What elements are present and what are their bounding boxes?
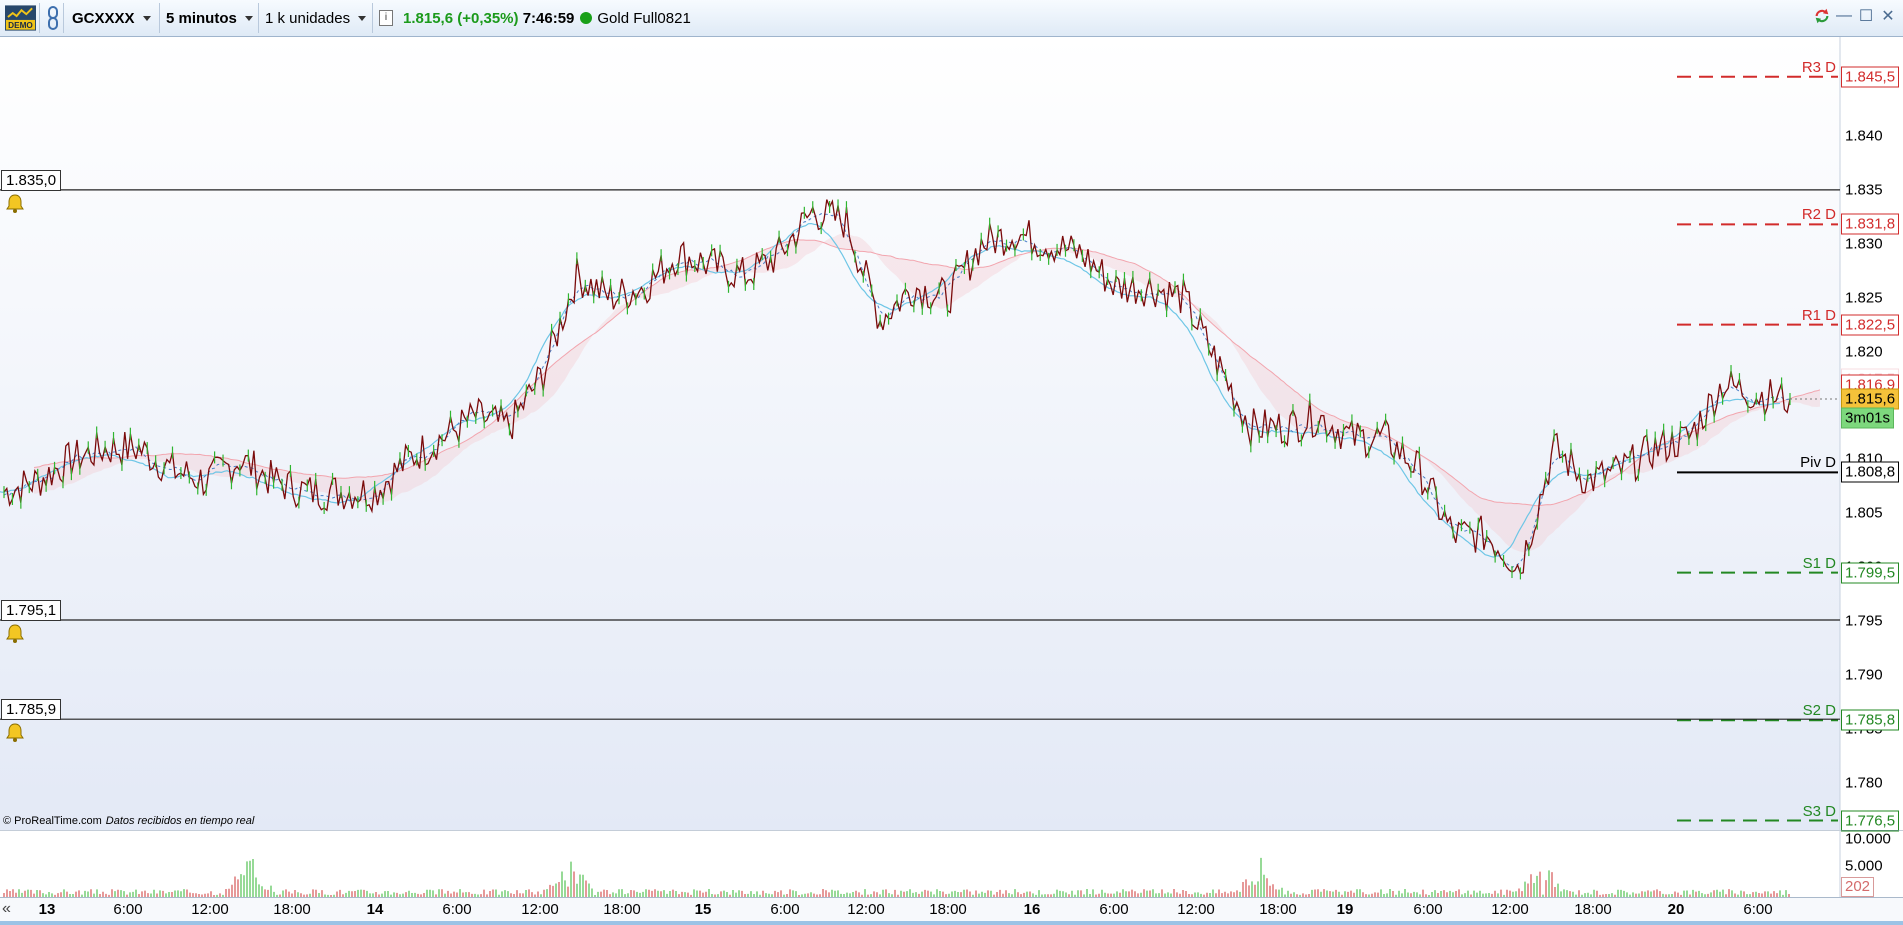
time-tick: 16 — [1023, 901, 1041, 918]
link-chain-icon[interactable] — [42, 3, 64, 33]
time-tick: 18:00 — [603, 901, 641, 918]
status-strip — [0, 921, 1903, 925]
price-tick: 1.825 — [1845, 289, 1883, 307]
market-open-icon — [580, 12, 593, 24]
time-tick: 12:00 — [847, 901, 885, 918]
time-tick: 6:00 — [770, 901, 800, 918]
current-price-label: 1.815,6 — [1841, 388, 1900, 410]
pivot-level-name: S3 D — [1802, 802, 1836, 820]
window-controls: — ☐ ✕ — [1813, 6, 1897, 26]
price-tick: 1.780 — [1845, 774, 1883, 792]
svg-text:DEMO: DEMO — [8, 21, 33, 30]
price-tick: 1.835 — [1845, 181, 1883, 199]
volume-tick: 5.000 — [1845, 857, 1883, 875]
info-icon[interactable]: i — [379, 10, 393, 26]
time-tick: 6:00 — [1413, 901, 1443, 918]
chart-toolbar: DEMO GCXXXX 5 minutos 1 k unidades i 1.8… — [0, 0, 1903, 37]
maximize-icon[interactable]: ☐ — [1857, 6, 1875, 26]
time-tick: 12:00 — [1491, 901, 1529, 918]
minimize-icon[interactable]: — — [1835, 6, 1853, 26]
timeframe-select[interactable]: 5 minutos — [160, 3, 259, 33]
units-label: 1 k unidades — [265, 9, 351, 27]
time-tick: 15 — [694, 901, 712, 918]
copyright-text: © ProRealTime.com — [3, 815, 102, 827]
price-change: (+0,35%) — [457, 9, 519, 27]
quote-info: i 1.815,6 (+0,35%) 7:46:59 Gold Full0821 — [373, 3, 697, 33]
pivot-level-value: 1.822,5 — [1841, 314, 1900, 336]
trading-window: DEMO GCXXXX 5 minutos 1 k unidades i 1.8… — [0, 0, 1903, 925]
realtime-note: Datos recibidos en tiempo real — [105, 815, 255, 827]
price-tick: 1.830 — [1845, 235, 1883, 253]
pivot-level-name: R1 D — [1801, 306, 1836, 324]
price-tick: 1.840 — [1845, 127, 1883, 145]
time-tick: 6:00 — [113, 901, 143, 918]
copyright-note: © ProRealTime.com Datos recibidos en tiem… — [3, 815, 254, 827]
timeframe-label: 5 minutos — [166, 9, 237, 27]
time-tick: 12:00 — [1177, 901, 1215, 918]
time-axis[interactable]: « 13 6:00 12:00 18:00 14 6:00 12:00 18:00 15 6:00… — [0, 897, 1903, 922]
price-tick: 1.805 — [1845, 504, 1883, 522]
volume-last-badge: 202 — [1841, 877, 1875, 897]
time-tick: 12:00 — [521, 901, 559, 918]
alert-price-label[interactable]: 1.835,0 — [1, 169, 62, 191]
chart-background — [0, 37, 1840, 830]
volume-chart[interactable] — [0, 830, 1903, 897]
time-tick: 6:00 — [1099, 901, 1129, 918]
demo-account-icon[interactable]: DEMO — [2, 3, 40, 33]
time-tick: 6:00 — [442, 901, 472, 918]
chevron-down-icon — [244, 15, 253, 21]
pivot-level-value: 1.776,5 — [1841, 810, 1900, 832]
symbol-select[interactable]: GCXXXX — [66, 3, 160, 33]
time-tick: 18:00 — [1574, 901, 1612, 918]
price-tick: 1.790 — [1845, 666, 1883, 684]
price-tick: 1.795 — [1845, 612, 1883, 630]
time-tick: 20 — [1667, 901, 1685, 918]
last-price: 1.815,6 — [403, 9, 454, 27]
time-tick: 12:00 — [191, 901, 229, 918]
time-tick: 14 — [366, 901, 384, 918]
alert-price-label[interactable]: 1.795,1 — [1, 600, 62, 622]
price-tick: 1.820 — [1845, 343, 1883, 361]
volume-tick: 10.000 — [1845, 830, 1891, 848]
bar-countdown-label: 3m01s — [1841, 407, 1895, 429]
pivot-level-value: 1.845,5 — [1841, 66, 1900, 88]
price-chart[interactable] — [0, 37, 1903, 830]
chevron-down-icon — [358, 15, 367, 21]
alert-bell-icon[interactable] — [5, 623, 25, 644]
pivot-level-value: 1.785,8 — [1841, 709, 1900, 731]
scroll-left-icon[interactable]: « — [2, 900, 18, 918]
alert-bell-icon[interactable] — [5, 722, 25, 743]
time-tick: 19 — [1336, 901, 1354, 918]
time-tick: 18:00 — [1259, 901, 1297, 918]
pivot-level-value: 1.831,8 — [1841, 213, 1900, 235]
time-tick: 18:00 — [273, 901, 311, 918]
pivot-level-name: Piv D — [1800, 454, 1836, 472]
pivot-level-name: R3 D — [1801, 58, 1836, 76]
time-tick: 18:00 — [929, 901, 967, 918]
chevron-down-icon — [142, 15, 151, 21]
pivot-level-name: R2 D — [1801, 206, 1836, 224]
instrument-name: Gold Full0821 — [597, 9, 691, 27]
refresh-icon[interactable] — [1813, 6, 1831, 26]
time-tick: 6:00 — [1743, 901, 1773, 918]
alert-price-label[interactable]: 1.785,9 — [1, 699, 62, 721]
close-icon[interactable]: ✕ — [1879, 6, 1897, 26]
pivot-level-value: 1.799,5 — [1841, 562, 1900, 584]
alert-bell-icon[interactable] — [5, 193, 25, 213]
pivot-level-name: S2 D — [1802, 702, 1836, 720]
time-tick: 13 — [38, 901, 56, 918]
quote-time: 7:46:59 — [522, 9, 575, 27]
units-select[interactable]: 1 k unidades — [259, 3, 373, 33]
pivot-level-name: S1 D — [1802, 554, 1836, 572]
symbol-label: GCXXXX — [72, 9, 135, 27]
pivot-level-value: 1.808,8 — [1841, 461, 1900, 483]
